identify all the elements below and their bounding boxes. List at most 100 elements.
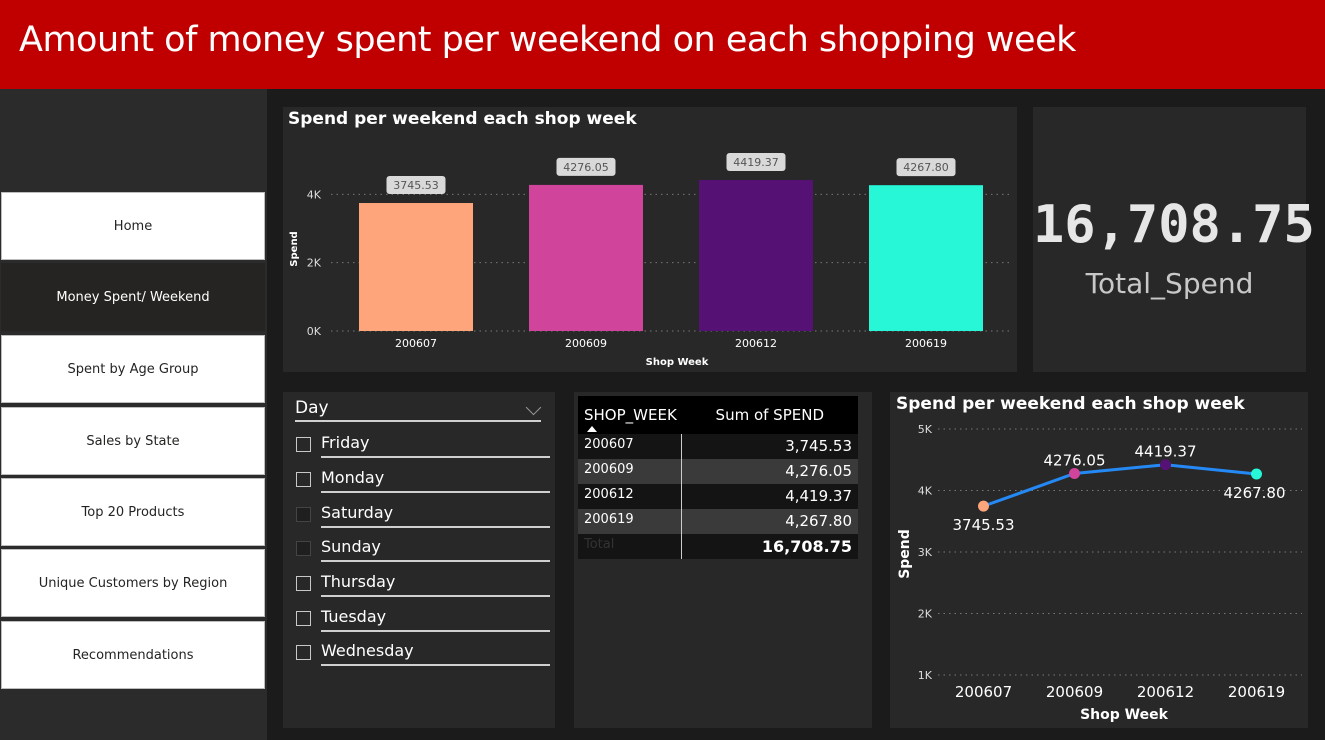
checkbox[interactable] xyxy=(296,472,311,487)
nav-button-top-20-products[interactable]: Top 20 Products xyxy=(1,478,265,546)
checkbox[interactable] xyxy=(296,541,311,556)
y-axis-title: Spend xyxy=(289,231,300,266)
slicer-option-label: Friday xyxy=(321,432,550,458)
y-tick-label: 4K xyxy=(307,188,322,201)
y-tick-label: 1K xyxy=(918,669,933,682)
nav-button-unique-customers-by-region[interactable]: Unique Customers by Region xyxy=(1,549,265,617)
nav-button-label: Sales by State xyxy=(86,433,180,449)
data-label: 4267.80 xyxy=(1223,484,1285,502)
slicer-option-label: Wednesday xyxy=(321,640,550,666)
cell-spend: 3,745.53 xyxy=(785,437,852,455)
series-line xyxy=(982,463,1257,508)
kpi-label: Total_Spend xyxy=(1085,267,1254,300)
spend-table-panel: SHOP_WEEK Sum of SPEND 200607 3,745.53 20… xyxy=(574,392,872,728)
report-canvas: Spend per weekend each shop week 0K 2K 4K 3… xyxy=(267,89,1325,740)
data-point xyxy=(1069,468,1080,480)
nav-button-home[interactable]: Home xyxy=(1,192,265,260)
checkbox[interactable] xyxy=(296,507,311,522)
column-divider xyxy=(681,434,682,559)
nav-button-sales-by-state[interactable]: Sales by State xyxy=(1,407,265,475)
y-axis-title: Spend xyxy=(897,529,913,579)
bar-chart: 0K 2K 4K 3745.53 200607 4276.05 200609 4419.37 2… xyxy=(289,153,1011,368)
table-row: 200619 4,267.80 xyxy=(578,509,858,534)
x-axis-title: Shop Week xyxy=(646,357,709,368)
x-tick-label: 200609 xyxy=(565,337,607,350)
cell-shop-week: 200609 xyxy=(584,462,634,477)
slicer-option-label: Thursday xyxy=(321,571,550,597)
slicer-header[interactable]: Day xyxy=(295,398,542,422)
nav-button-label: Recommendations xyxy=(72,647,194,663)
checkbox[interactable] xyxy=(296,437,311,452)
report-title-bar: Amount of money spent per weekend on eac… xyxy=(0,0,1325,89)
x-tick-label: 200607 xyxy=(395,337,437,350)
slicer-option-label: Monday xyxy=(321,467,550,493)
nav-button-label: Money Spent/ Weekend xyxy=(56,289,210,305)
x-tick-label: 200612 xyxy=(735,337,777,350)
slicer-option-monday[interactable]: Monday xyxy=(296,467,550,497)
checkbox[interactable] xyxy=(296,576,311,591)
table-total-row: Total 16,708.75 xyxy=(578,534,858,559)
x-tick-label: 200612 xyxy=(1137,683,1194,701)
slicer-option-label: Sunday xyxy=(321,536,550,562)
nav-button-label: Spent by Age Group xyxy=(67,361,199,377)
cell-spend: 4,276.05 xyxy=(785,462,852,480)
x-tick-label: 200609 xyxy=(1046,683,1103,701)
sort-ascending-icon[interactable] xyxy=(587,426,597,432)
day-slicer: Day Friday Monday Saturday Sunday Thursd… xyxy=(283,392,555,728)
nav-button-spent-by-age-group[interactable]: Spent by Age Group xyxy=(1,335,265,403)
column-header-sum-of-spend[interactable]: Sum of SPEND xyxy=(716,406,824,424)
nav-button-label: Home xyxy=(113,218,153,234)
slicer-option-tuesday[interactable]: Tuesday xyxy=(296,606,550,636)
y-tick-label: 3K xyxy=(918,546,933,559)
y-tick-label: 2K xyxy=(307,257,322,270)
sidebar-nav: Home Money Spent/ Weekend Spent by Age G… xyxy=(0,89,267,740)
chevron-down-icon[interactable] xyxy=(525,399,542,416)
bar xyxy=(359,203,473,331)
data-label: 4276.05 xyxy=(1043,452,1105,470)
table-row: 200612 4,419.37 xyxy=(578,484,858,509)
kpi-value: 16,708.75 xyxy=(1033,195,1315,255)
y-tick-label: 4K xyxy=(918,485,933,498)
slicer-option-label: Saturday xyxy=(321,502,550,528)
slicer-title: Day xyxy=(295,398,329,418)
slicer-option-label: Tuesday xyxy=(321,606,550,632)
slicer-option-wednesday[interactable]: Wednesday xyxy=(296,640,550,670)
nav-button-recommendations[interactable]: Recommendations xyxy=(1,621,265,689)
nav-button-label: Top 20 Products xyxy=(81,504,185,520)
cell-shop-week: 200619 xyxy=(584,512,634,527)
bar xyxy=(699,180,813,331)
nav-button-label: Unique Customers by Region xyxy=(38,575,228,591)
total-label: Total xyxy=(584,537,615,552)
column-header-shop-week[interactable]: SHOP_WEEK xyxy=(584,406,677,424)
data-label: 4276.05 xyxy=(563,161,609,174)
table-header: SHOP_WEEK Sum of SPEND xyxy=(578,396,858,434)
checkbox[interactable] xyxy=(296,645,311,660)
cell-shop-week: 200612 xyxy=(584,487,634,502)
slicer-option-saturday[interactable]: Saturday xyxy=(296,502,550,532)
cell-shop-week: 200607 xyxy=(584,437,634,452)
checkbox[interactable] xyxy=(296,611,311,626)
kpi-card: 16,708.75 Total_Spend xyxy=(1033,107,1315,372)
bar xyxy=(529,184,643,331)
data-point xyxy=(978,500,989,512)
y-tick-label: 5K xyxy=(918,423,933,436)
x-tick-label: 200619 xyxy=(905,337,947,350)
total-value: 16,708.75 xyxy=(761,537,852,556)
cell-spend: 4,419.37 xyxy=(785,487,852,505)
table-row: 200607 3,745.53 xyxy=(578,434,858,459)
slicer-option-friday[interactable]: Friday xyxy=(296,432,550,462)
table-row: 200609 4,276.05 xyxy=(578,459,858,484)
x-tick-label: 200619 xyxy=(1228,683,1285,701)
line-chart-panel[interactable]: Spend per weekend each shop week 1K 2K 3K 4… xyxy=(890,392,1308,728)
data-label: 4267.80 xyxy=(903,161,949,174)
x-axis-title: Shop Week xyxy=(1080,707,1168,723)
slicer-option-sunday[interactable]: Sunday xyxy=(296,536,550,566)
y-tick-label: 0K xyxy=(307,325,322,338)
cell-spend: 4,267.80 xyxy=(785,512,852,530)
nav-button-money-spent-weekend[interactable]: Money Spent/ Weekend xyxy=(1,263,265,331)
slicer-option-thursday[interactable]: Thursday xyxy=(296,571,550,601)
x-tick-label: 200607 xyxy=(955,683,1012,701)
bar-chart-panel[interactable]: Spend per weekend each shop week 0K 2K 4K 3… xyxy=(283,107,1017,372)
page-title: Amount of money spent per weekend on eac… xyxy=(19,20,1076,60)
data-label: 3745.53 xyxy=(393,179,439,192)
